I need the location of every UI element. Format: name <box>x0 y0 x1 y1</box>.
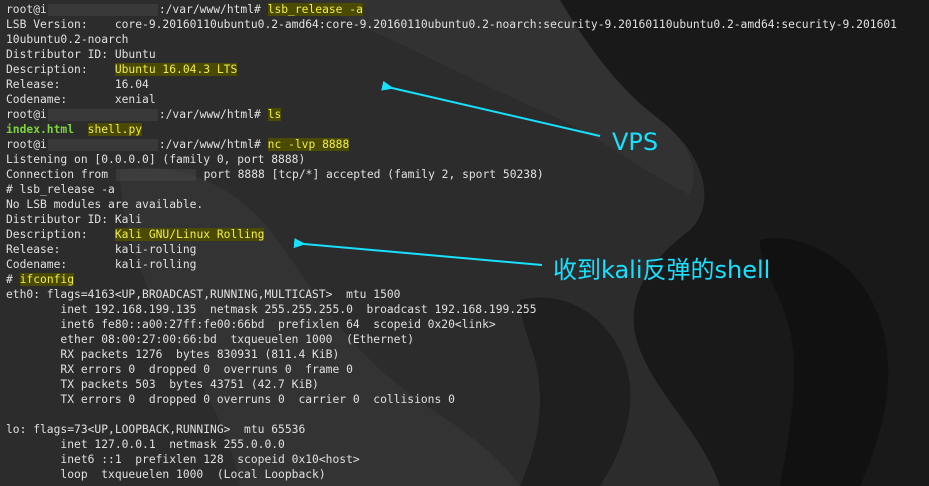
annotation-arrows <box>293 80 601 266</box>
kali-arrow <box>293 238 543 266</box>
vps-annotation: VPS <box>612 128 659 156</box>
vps-arrow <box>381 80 601 137</box>
kali-shell-annotation: 收到kali反弹的shell <box>553 256 771 284</box>
